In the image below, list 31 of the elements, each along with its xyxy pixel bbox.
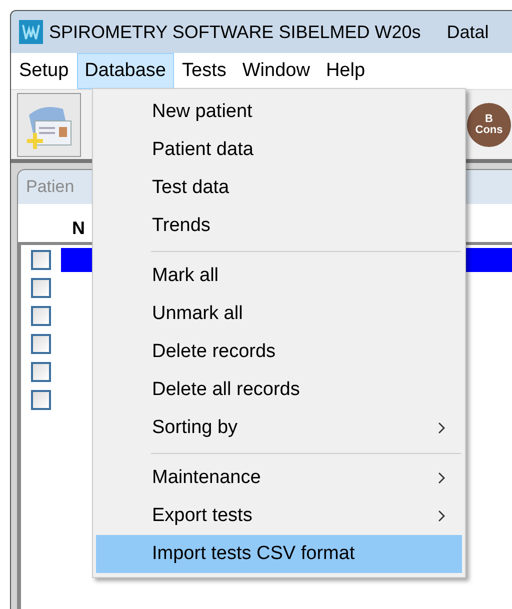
dropdown-item[interactable]: Patient data [96, 131, 462, 169]
dropdown-item[interactable]: Import tests CSV format [96, 535, 462, 573]
badge-letter: B [485, 114, 493, 124]
menu-item[interactable]: Database [76, 53, 174, 89]
dropdown-item[interactable]: Maintenance [96, 459, 462, 497]
window-title: SPIROMETRY SOFTWARE SIBELMED W20s [49, 20, 421, 44]
dropdown-item[interactable]: Delete all records [96, 371, 462, 409]
dropdown-item[interactable]: Sorting by [96, 409, 462, 447]
dropdown-item[interactable]: Test data [96, 169, 462, 207]
column-header: N [72, 217, 85, 240]
menu-item[interactable]: Window [234, 53, 318, 89]
consult-badge[interactable]: B Cons [467, 102, 511, 146]
dropdown-item[interactable]: Unmark all [96, 295, 462, 333]
dropdown-item[interactable]: Trends [96, 207, 462, 245]
badge-label: Cons [475, 124, 503, 136]
row-checkbox[interactable] [31, 390, 51, 410]
dropdown-item[interactable]: Mark all [96, 257, 462, 295]
row-checkbox[interactable] [31, 250, 51, 270]
row-checkbox[interactable] [31, 334, 51, 354]
menu-item[interactable]: Help [318, 53, 374, 89]
child-window-title: Patien [26, 176, 74, 198]
dropdown-item[interactable]: New patient [96, 93, 462, 131]
row-checkbox[interactable] [31, 362, 51, 382]
menu-item[interactable]: Tests [174, 53, 234, 89]
row-checkbox[interactable] [31, 306, 51, 326]
dropdown-item[interactable]: Delete records [96, 333, 462, 371]
window-title-document: Datal [446, 20, 489, 44]
app-logo-icon [19, 20, 43, 44]
row-checkbox[interactable] [31, 278, 51, 298]
menu-item[interactable]: Setup [11, 53, 77, 89]
dropdown-item[interactable]: Export tests [96, 497, 462, 535]
